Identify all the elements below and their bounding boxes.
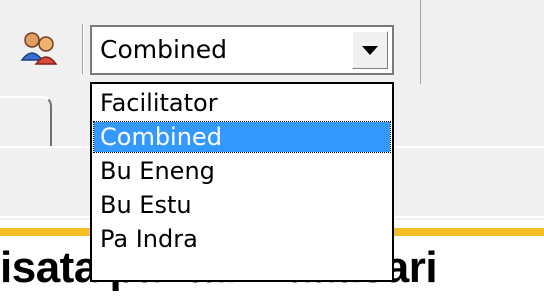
user-filter-combobox[interactable]: Combined (90, 25, 394, 75)
toolbar-separator (82, 24, 84, 74)
dropdown-list[interactable]: Facilitator Combined Bu Eneng Bu Estu Pa Ind… (90, 82, 394, 282)
toolbar: Combined (0, 0, 544, 84)
dropdown-option[interactable]: Facilitator (94, 88, 390, 118)
dropdown-option[interactable]: Combined (93, 121, 391, 153)
dropdown-option[interactable]: Bu Eneng (94, 156, 390, 186)
toolbar-separator-right (420, 0, 421, 84)
tab[interactable] (0, 96, 52, 146)
dropdown-option[interactable]: Bu Estu (94, 190, 390, 220)
combo-value: Combined (100, 35, 228, 64)
users-icon[interactable] (18, 30, 62, 68)
dropdown-button[interactable] (352, 31, 388, 69)
chevron-down-icon (362, 45, 378, 55)
dropdown-option[interactable]: Pa Indra (94, 224, 390, 254)
